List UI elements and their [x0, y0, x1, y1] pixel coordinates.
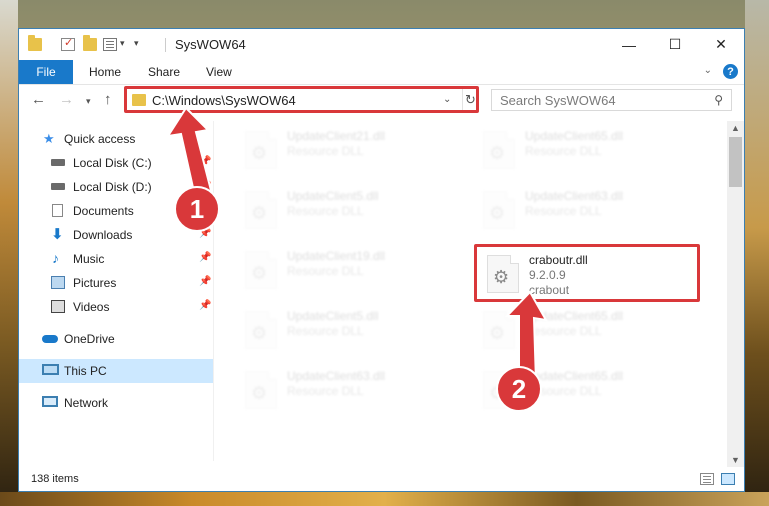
step-2-badge: 2: [496, 366, 542, 412]
step-1-badge: 1: [174, 186, 220, 232]
annotation-arrows: [165, 106, 548, 384]
